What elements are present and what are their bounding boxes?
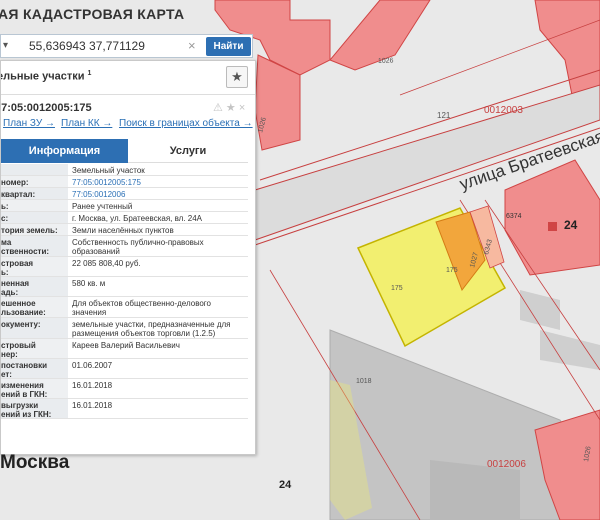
map-label-1026: 1026 [378,57,394,65]
object-action-icons[interactable]: ⚠ ★ × [213,101,245,114]
row-value[interactable]: 77:05:0012005:175 [72,176,248,188]
row-value: земельные участки, предназначенные для р… [72,320,231,338]
table-row: выгрузки ений из ГКН: 16.01.2018 [1,399,248,419]
map-label-0012003: 0012003 [484,105,523,116]
row-label: квартал: [1,188,68,199]
map-label-24-b: 24 [279,479,292,491]
panel-title-text: ельные участки [0,70,85,83]
table-row: ь: Ранее учтенный [1,200,248,212]
table-row: тория земель: Земли населённых пунктов [1,224,248,236]
row-label: выгрузки ений из ГКН: [1,399,68,419]
panel-header: ельные участки 1 ★ [0,61,255,95]
tab-info[interactable]: Информация [1,139,128,163]
map-label-24-a: 24 [564,218,578,232]
favorite-button[interactable]: ★ [226,66,248,88]
row-value: Кареев Валерий Васильевич [72,341,180,350]
app-title: АЯ КАДАСТРОВАЯ КАРТА [0,6,185,22]
panel-title: ельные участки 1 [0,70,92,83]
row-value[interactable]: 77:05:0012006 [72,188,248,200]
panel-tabs: Информация Услуги [1,139,248,163]
search-button[interactable]: Найти [206,37,251,56]
map-label-1018: 1018 [356,378,372,385]
map-label-121: 121 [437,111,451,120]
panel-title-count: 1 [87,70,92,77]
search-in-bounds-link[interactable]: Поиск в границах объекта → [119,118,253,129]
row-value: Земли населённых пунктов [72,226,174,235]
table-row: ненная адь: 580 кв. м [1,277,248,297]
search-type-dropdown[interactable]: ▾ [1,35,19,57]
map-label-175-b: 175 [446,267,458,274]
table-row: Земельный участок [1,164,248,176]
row-value: Собственность публично-правовых образова… [72,238,204,256]
row-label: с: [1,212,68,223]
row-label: ма ственности: [1,236,68,256]
row-label: номер: [1,176,68,187]
row-label: тория земель: [1,224,68,235]
row-value: г. Москва, ул. Братеевская, вл. 24А [72,214,203,223]
row-value: 16.01.2018 [72,381,113,390]
row-value: Ранее учтенный [72,202,133,211]
plan-kk-link[interactable]: План КК → [61,118,112,129]
row-label: постановки ет: [1,359,68,379]
row-label: ешенное льзование: [1,297,68,317]
search-input[interactable] [23,35,183,57]
table-row: окументу: земельные участки, предназначен… [1,318,248,339]
row-value: 01.06.2007 [72,361,113,370]
table-row: с: г. Москва, ул. Братеевская, вл. 24А [1,212,248,224]
tab-services[interactable]: Услуги [128,139,248,163]
table-row: стровый нер: Кареев Валерий Васильевич [1,339,248,359]
map-label-6374: 6374 [506,213,522,220]
object-links: План ЗУ → План КК → Поиск в границах объ… [1,118,255,132]
row-label: ь: [1,200,68,211]
row-value: 16.01.2018 [72,401,113,410]
table-row: изменения ений в ГКН: 16.01.2018 [1,379,248,399]
table-row: стровая ь: 22 085 808,40 руб. [1,257,248,277]
object-cadastral-number: 77:05:0012005:175 [0,102,92,114]
table-row: ма ственности: Собственность публично-пра… [1,236,248,257]
table-row: ешенное льзование: Для объектов обществен… [1,297,248,318]
attributes-table: Земельный участок номер: 77:05:0012005:175… [1,164,248,419]
row-value: 580 кв. м [72,279,106,288]
row-value: Для объектов общественно-делового значен… [72,299,211,317]
object-card: 77:05:0012005:175 ⚠ ★ × План ЗУ → План К… [0,99,255,454]
search-bar: ▾ × Найти [0,34,253,58]
row-label: стровый нер: [1,339,68,359]
row-label: ненная адь: [1,277,68,297]
row-label: окументу: [1,318,68,338]
clear-icon[interactable]: × [188,38,196,53]
city-label: Москва [0,452,70,473]
plan-zu-link[interactable]: План ЗУ → [3,118,55,129]
row-value: Земельный участок [72,166,145,175]
map-label-175-a: 175 [391,285,403,292]
app-header: АЯ КАДАСТРОВАЯ КАРТА [0,0,260,32]
row-label: изменения ений в ГКН: [1,379,68,399]
row-label [1,164,68,175]
row-label: стровая ь: [1,257,68,277]
table-row: номер: 77:05:0012005:175 [1,176,248,188]
info-panel: ельные участки 1 ★ 77:05:0012005:175 ⚠ ★… [0,60,256,455]
table-row: постановки ет: 01.06.2007 [1,359,248,379]
row-value: 22 085 808,40 руб. [72,259,141,268]
map-label-0012006: 0012006 [487,459,526,470]
table-row: квартал: 77:05:0012006 [1,188,248,200]
